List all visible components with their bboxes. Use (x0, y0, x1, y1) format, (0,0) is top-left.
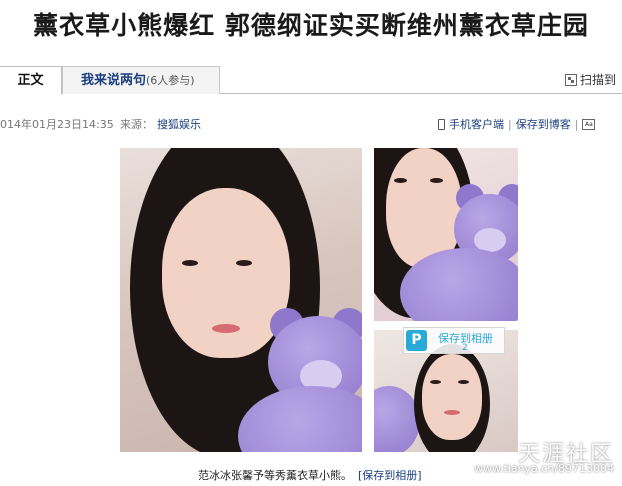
main-photo (120, 148, 362, 452)
save-to-album-link[interactable]: [保存到相册] (358, 469, 422, 482)
article-actions: 手机客户端 | 保存到博客 | Aa (438, 116, 596, 132)
article-headline: 薰衣草小熊爆红 郭德纲证实买断维州薰衣草庄园 (33, 11, 589, 40)
publish-date: 014年01月23日14:35 (0, 118, 114, 131)
watermark-url: www.tianya.cn/89713004 (473, 462, 614, 475)
save-photo-logo-icon: P (406, 330, 427, 351)
mobile-client-link[interactable]: 手机客户端 (449, 116, 504, 132)
separator: | (574, 117, 579, 131)
article-meta: 014年01月23日14:35 来源： 搜狐娱乐 手机客户端 | 保存到博客 |… (0, 116, 622, 132)
save-to-blog-link[interactable]: 保存到博客 (516, 116, 571, 132)
tab-comments[interactable]: 我来说两句(6人参与) (62, 66, 220, 94)
photo-caption: 范冰冰张馨予等秀薰衣草小熊。 [保存到相册] (198, 467, 422, 483)
source-link[interactable]: 搜狐娱乐 (157, 116, 201, 132)
top-right-photo (374, 148, 518, 321)
source-label: 来源： (120, 118, 153, 131)
phone-icon (438, 118, 445, 130)
comment-count: (6人参与) (146, 74, 195, 87)
separator: | (508, 117, 512, 131)
caption-text: 范冰冰张馨予等秀薰衣草小熊。 (198, 469, 352, 482)
image-icon[interactable]: Aa (582, 118, 596, 130)
article-tabbar: 正文 我来说两句(6人参与) 扫描到 (0, 66, 622, 95)
save-to-album-overlay-button[interactable]: P 保存到相册 2 (403, 327, 505, 354)
qr-code-icon (564, 73, 577, 86)
tab-comments-label: 我来说两句 (81, 73, 147, 88)
tab-main-text[interactable]: 正文 (0, 66, 62, 95)
scan-qr-button[interactable]: 扫描到 (564, 71, 616, 88)
scan-label: 扫描到 (579, 73, 616, 87)
save-count: 2 (462, 343, 468, 353)
